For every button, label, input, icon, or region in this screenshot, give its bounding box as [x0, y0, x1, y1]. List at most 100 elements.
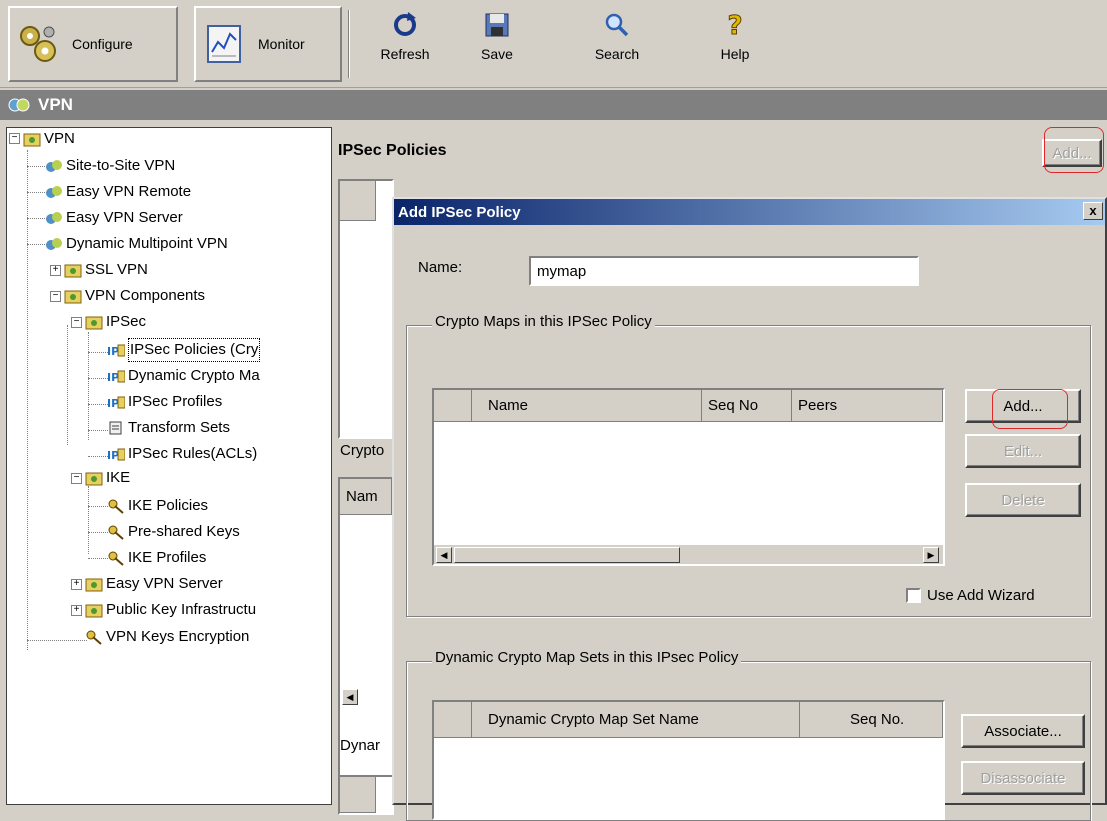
tree-item-easy-vpn-remote[interactable]: Easy VPN Remote [45, 181, 191, 203]
expand-toggle[interactable]: + [71, 605, 82, 616]
tree-label: Site-to-Site VPN [66, 157, 176, 174]
configure-label: Configure [72, 36, 133, 52]
key-icon [86, 630, 102, 645]
svg-text:?: ? [727, 11, 742, 40]
column-label: Nam [346, 488, 378, 505]
associate-button[interactable]: Associate... [961, 714, 1085, 748]
horizontal-scrollbar[interactable]: ◀ ▶ [434, 544, 943, 564]
svg-text:IP: IP [107, 345, 119, 358]
close-icon: x [1089, 203, 1097, 218]
vpn-icon [46, 238, 62, 250]
tree-label: IKE Profiles [128, 549, 207, 566]
tree-item-pre-shared-keys[interactable]: Pre-shared Keys [107, 521, 240, 543]
tree-label: IPSec Profiles [128, 393, 223, 410]
policies-table[interactable] [338, 179, 394, 439]
tree-label: IPSec [106, 313, 147, 330]
tree-item-ike[interactable]: IKE [85, 467, 130, 489]
svg-text:IP: IP [107, 371, 119, 384]
section-title: VPN [38, 95, 73, 114]
column-header-peers[interactable]: Peers [792, 390, 943, 422]
highlight-ring [992, 389, 1068, 429]
name-input[interactable] [529, 256, 919, 286]
close-button[interactable]: x [1083, 202, 1103, 220]
tree-item-site-to-site-vpn[interactable]: Site-to-Site VPN [45, 155, 175, 177]
svg-text:IP: IP [107, 397, 119, 410]
folder-icon [23, 133, 41, 147]
tree-label: IKE Policies [128, 497, 209, 514]
vpn-icon [46, 160, 62, 172]
tree-item-vpn-keys-encryption[interactable]: VPN Keys Encryption [85, 626, 249, 648]
column-label: Dynamic Crypto Map Set Name [488, 711, 699, 728]
tree-item-public-key-infrastructure[interactable]: Public Key Infrastructu [85, 599, 256, 621]
monitor-label: Monitor [258, 36, 305, 52]
tree-item-dynamic-multipoint-vpn[interactable]: Dynamic Multipoint VPN [45, 233, 228, 255]
tree-item-dynamic-crypto-maps[interactable]: IP Dynamic Crypto Ma [107, 365, 260, 387]
tree-item-ipsec-policies[interactable]: IP IPSec Policies (Cry [107, 338, 261, 362]
use-add-wizard-option[interactable]: Use Add Wizard [906, 587, 1035, 604]
column-header-seq-no[interactable]: Seq No. [800, 702, 943, 738]
configure-button[interactable]: Configure [8, 6, 178, 82]
search-button[interactable]: Search [582, 8, 652, 80]
tree-label: VPN [44, 130, 75, 147]
column-header-seq-no[interactable]: Seq No [702, 390, 792, 422]
tree-item-transform-sets[interactable]: Transform Sets [107, 417, 230, 439]
tree-item-ike-profiles[interactable]: IKE Profiles [107, 547, 206, 569]
scroll-left-button[interactable]: ◀ [436, 547, 452, 563]
tree-item-easy-vpn-server-component[interactable]: Easy VPN Server [85, 573, 223, 595]
tree-item-ike-policies[interactable]: IKE Policies [107, 495, 208, 517]
collapse-toggle[interactable]: − [50, 291, 61, 302]
tree-item-easy-vpn-server[interactable]: Easy VPN Server [45, 207, 183, 229]
table-header-cell [434, 702, 472, 738]
expand-toggle[interactable]: + [71, 579, 82, 590]
expand-toggle[interactable]: + [50, 265, 61, 276]
folder-icon [64, 290, 82, 304]
tree-item-vpn[interactable]: VPN [23, 128, 75, 150]
tree-item-ssl-vpn[interactable]: SSL VPN [64, 259, 148, 281]
dialog-titlebar[interactable]: Add IPSec Policy x [394, 199, 1105, 225]
monitor-button[interactable]: Monitor [194, 6, 342, 82]
collapse-toggle[interactable]: − [71, 473, 82, 484]
navigation-tree: − VPN Site-to-Site VPN Easy VPN Remote E… [6, 127, 332, 805]
save-button[interactable]: Save [462, 8, 532, 80]
disassociate-button[interactable]: Disassociate [961, 761, 1085, 795]
tree-item-vpn-components[interactable]: VPN Components [64, 285, 205, 307]
tree-label: Easy VPN Server [66, 209, 183, 226]
collapse-toggle[interactable]: − [9, 133, 20, 144]
tree-item-ipsec[interactable]: IPSec [85, 311, 146, 333]
search-icon [605, 13, 629, 37]
dynamic-table[interactable] [338, 775, 394, 815]
scroll-right-button[interactable]: ▶ [923, 547, 939, 563]
column-label: Name [488, 397, 529, 414]
crypto-maps-list[interactable]: Name Seq No Peers ◀ ▶ [432, 388, 945, 566]
table-header-cell [340, 777, 376, 813]
scroll-left-button[interactable]: ◀ [342, 689, 358, 705]
column-label: Seq No [708, 397, 759, 414]
tree-label: IKE [106, 469, 131, 486]
tree-item-ipsec-rules[interactable]: IP IPSec Rules(ACLs) [107, 443, 257, 465]
edit-button[interactable]: Edit... [965, 434, 1081, 468]
vpn-icon [8, 98, 30, 112]
collapse-toggle[interactable]: − [71, 317, 82, 328]
folder-icon [85, 472, 103, 486]
column-header-name[interactable]: Name [472, 390, 702, 422]
search-label: Search [594, 46, 640, 62]
refresh-button[interactable]: Refresh [370, 8, 440, 80]
svg-text:IP: IP [107, 449, 119, 462]
tree-label: Public Key Infrastructu [106, 601, 257, 618]
key-icon [108, 551, 124, 566]
dynamic-crypto-list[interactable]: Dynamic Crypto Map Set Name Seq No. [432, 700, 945, 820]
tree-label: Dynamic Multipoint VPN [66, 235, 228, 252]
edit-label: Edit... [1003, 442, 1043, 460]
page-title: IPSec Policies [338, 142, 447, 159]
use-add-wizard-label: Use Add Wizard [927, 587, 1035, 604]
tree-label: IPSec Rules(ACLs) [128, 445, 258, 462]
tree-item-ipsec-profiles[interactable]: IP IPSec Profiles [107, 391, 222, 413]
vpn-icon [46, 212, 62, 224]
use-add-wizard-checkbox[interactable] [906, 588, 921, 603]
delete-button[interactable]: Delete [965, 483, 1081, 517]
gears-icon [20, 26, 56, 62]
column-header-dynamic-set-name[interactable]: Dynamic Crypto Map Set Name [472, 702, 800, 738]
scrollbar-thumb[interactable] [454, 547, 680, 563]
save-label: Save [481, 46, 513, 62]
help-button[interactable]: ? Help [700, 8, 770, 80]
